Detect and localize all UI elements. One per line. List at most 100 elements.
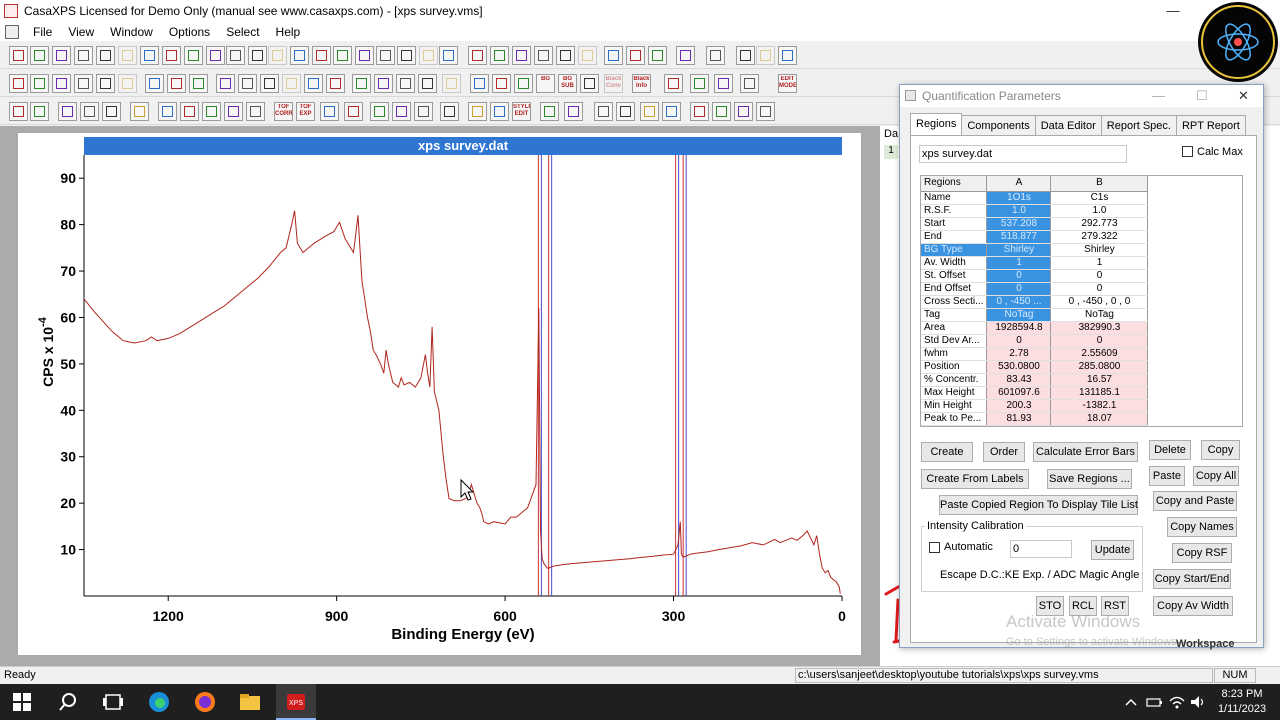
grid-row-label[interactable]: Name (921, 191, 988, 205)
copy-all-button[interactable]: Copy All (1193, 466, 1239, 486)
grid-cell-a[interactable]: Shirley (986, 243, 1052, 257)
grid-row-label[interactable]: BG Type (921, 243, 988, 257)
grid-cell-a[interactable]: 0 (986, 282, 1052, 296)
grid-row-label[interactable]: Position (921, 360, 988, 374)
grid-cell-a[interactable]: 0 (986, 334, 1052, 348)
volume-icon[interactable] (1189, 690, 1207, 714)
grid-row-label[interactable]: R.S.F. (921, 204, 988, 218)
grid-row-label[interactable]: End Offset (921, 282, 988, 296)
grid-row-label[interactable]: Max Height (921, 386, 988, 400)
grid-cell-a[interactable]: 0 (986, 269, 1052, 283)
grid-cell-a[interactable]: 1O1s (986, 191, 1052, 205)
tab-data-editor[interactable]: Data Editor (1034, 115, 1102, 136)
grid-cell-b[interactable]: 1 (1050, 256, 1149, 270)
file-explorer-icon[interactable] (238, 690, 262, 714)
grid-cell-b[interactable]: 0 (1050, 269, 1149, 283)
data-browser-row-number[interactable]: 1 (884, 145, 898, 159)
dialog-maximize-button[interactable]: ☐ (1196, 85, 1208, 107)
calibration-value-field[interactable]: 0 (1010, 540, 1072, 558)
grid-row-label[interactable]: fwhm (921, 347, 988, 361)
dialog-minimize-button[interactable]: — (1152, 85, 1165, 107)
copy-names-button[interactable]: Copy Names (1167, 517, 1237, 537)
grid-cell-b[interactable]: -1382.1 (1050, 399, 1149, 413)
grid-cell-a[interactable]: 537.208 (986, 217, 1052, 231)
calculate-error-bars-button[interactable]: Calculate Error Bars (1033, 442, 1138, 462)
grid-row-label[interactable]: Min Height (921, 399, 988, 413)
grid-cell-b[interactable]: 0 (1050, 282, 1149, 296)
edge-browser-icon[interactable] (147, 690, 171, 714)
paste-copied-region-button[interactable]: Paste Copied Region To Display Tile List (939, 495, 1138, 515)
copy-av-width-button[interactable]: Copy Av Width (1153, 596, 1233, 616)
task-view-icon[interactable] (101, 690, 125, 714)
grid-cell-a[interactable]: 1 (986, 256, 1052, 270)
grid-cell-b[interactable]: 16.57 (1050, 373, 1149, 387)
casaxps-taskbar-icon[interactable]: XPS (284, 690, 308, 714)
battery-icon[interactable] (1145, 690, 1163, 714)
grid-cell-b[interactable]: 2.55609 (1050, 347, 1149, 361)
grid-cell-b[interactable]: 131185.1 (1050, 386, 1149, 400)
order-button[interactable]: Order (983, 442, 1025, 462)
calc-max-checkbox[interactable] (1182, 146, 1193, 157)
grid-cell-b[interactable]: C1s (1050, 191, 1149, 205)
tab-regions[interactable]: Regions (910, 113, 963, 136)
grid-cell-a[interactable]: 81.93 (986, 412, 1052, 426)
grid-row-label[interactable]: Start (921, 217, 988, 231)
grid-row-label[interactable]: % Concentr. (921, 373, 988, 387)
update-button[interactable]: Update (1091, 540, 1134, 560)
grid-cell-b[interactable]: NoTag (1050, 308, 1149, 322)
taskbar-clock[interactable]: 8:23 PM 1/11/2023 (1212, 687, 1272, 717)
dialog-close-button[interactable]: ✕ (1238, 85, 1249, 107)
grid-cell-b[interactable]: 382990.3 (1050, 321, 1149, 335)
file-name-field[interactable]: xps survey.dat (919, 145, 1127, 163)
save-regions-button[interactable]: Save Regions ... (1047, 469, 1132, 489)
grid-cell-a[interactable]: NoTag (986, 308, 1052, 322)
y-tick-label: 40 (60, 402, 76, 418)
copy-start-end-button[interactable]: Copy Start/End (1153, 569, 1231, 589)
grid-cell-b[interactable]: 0 , -450 , 0 , 0 (1050, 295, 1149, 309)
tab-rpt-report[interactable]: RPT Report (1175, 115, 1246, 136)
grid-cell-a[interactable]: 530.0800 (986, 360, 1052, 374)
grid-cell-a[interactable]: 518.877 (986, 230, 1052, 244)
grid-row-label[interactable]: St. Offset (921, 269, 988, 283)
grid-cell-b[interactable]: 18.07 (1050, 412, 1149, 426)
tab-components[interactable]: Components (961, 115, 1036, 136)
search-icon[interactable] (56, 690, 80, 714)
grid-row-label[interactable]: Av. Width (921, 256, 988, 270)
grid-cell-a[interactable]: 0 , -450 ... (986, 295, 1052, 309)
automatic-checkbox[interactable] (929, 542, 940, 553)
grid-cell-b[interactable]: 1.0 (1050, 204, 1149, 218)
paste-button[interactable]: Paste (1149, 466, 1185, 486)
create-from-labels-button[interactable]: Create From Labels (921, 469, 1029, 489)
grid-cell-a[interactable]: 2.78 (986, 347, 1052, 361)
grid-cell-b[interactable]: 285.0800 (1050, 360, 1149, 374)
create-button[interactable]: Create (921, 442, 973, 462)
regions-grid[interactable]: Regions A B Name 1O1s C1s R.S.F. 1.0 1.0 Start 537… (920, 175, 1243, 427)
grid-cell-a[interactable]: 83.43 (986, 373, 1052, 387)
grid-cell-b[interactable]: 292.773 (1050, 217, 1149, 231)
grid-cell-a[interactable]: 1928594.8 (986, 321, 1052, 335)
grid-row-label[interactable]: Std Dev Ar... (921, 334, 988, 348)
grid-cell-a[interactable]: 200.3 (986, 399, 1052, 413)
grid-header-column-a[interactable]: A (986, 176, 1052, 192)
grid-header-column-b[interactable]: B (1050, 176, 1149, 192)
grid-cell-b[interactable]: Shirley (1050, 243, 1149, 257)
grid-row-label[interactable]: End (921, 230, 988, 244)
grid-row-label[interactable]: Tag (921, 308, 988, 322)
x-tick-label: 900 (325, 608, 349, 624)
grid-row-label[interactable]: Area (921, 321, 988, 335)
copy-and-paste-button[interactable]: Copy and Paste (1153, 491, 1237, 511)
grid-cell-b[interactable]: 279.322 (1050, 230, 1149, 244)
grid-row-label[interactable]: Peak to Pe... (921, 412, 988, 426)
copy-button[interactable]: Copy (1201, 440, 1240, 460)
grid-cell-b[interactable]: 0 (1050, 334, 1149, 348)
windows-start-icon[interactable] (10, 690, 34, 714)
grid-row-label[interactable]: Cross Secti... (921, 295, 988, 309)
wifi-icon[interactable] (1168, 690, 1186, 714)
tab-report-spec[interactable]: Report Spec. (1100, 115, 1177, 136)
firefox-icon[interactable] (193, 690, 217, 714)
copy-rsf-button[interactable]: Copy RSF (1172, 543, 1232, 563)
grid-cell-a[interactable]: 601097.6 (986, 386, 1052, 400)
delete-button[interactable]: Delete (1149, 440, 1191, 460)
show-hidden-icons-icon[interactable] (1124, 690, 1138, 714)
grid-cell-a[interactable]: 1.0 (986, 204, 1052, 218)
